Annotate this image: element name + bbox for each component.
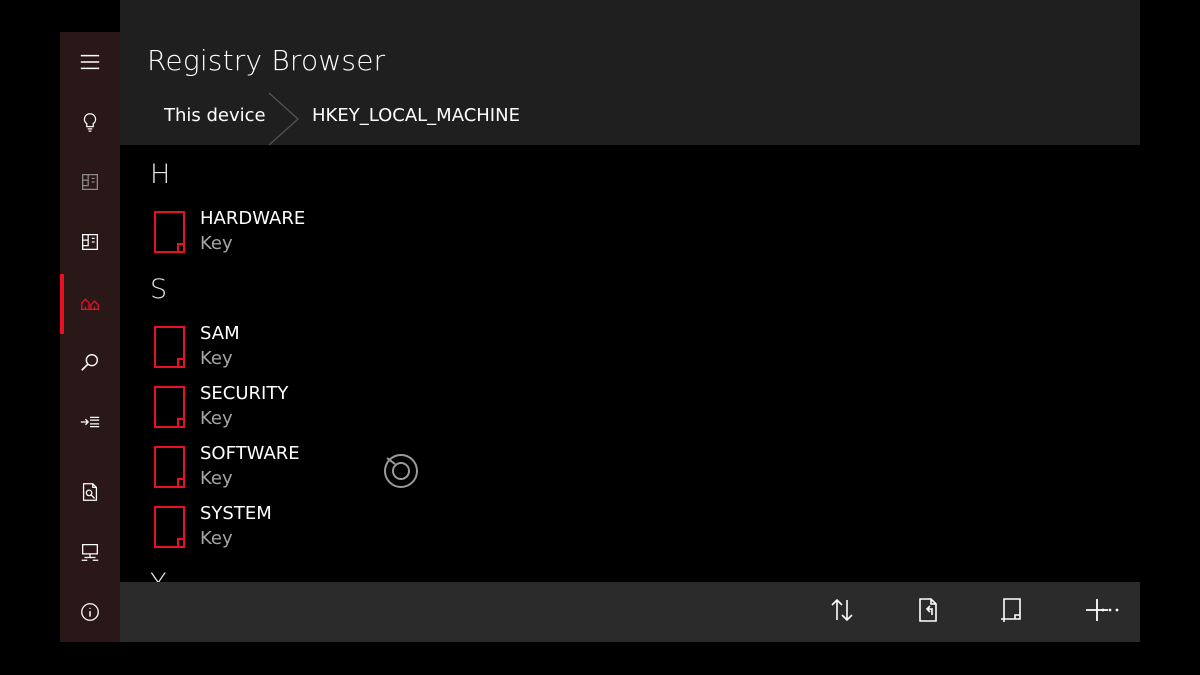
registry-hive-icon xyxy=(79,171,101,197)
command-bar xyxy=(120,582,1140,642)
item-name: HARDWARE xyxy=(200,208,306,229)
nav-item-hive[interactable] xyxy=(60,154,120,214)
breadcrumb-chevron-icon xyxy=(268,92,299,146)
registry-browser-icon xyxy=(79,291,101,317)
key-list[interactable]: H HARDWARE Key S SAM Key SECURITY Key SO… xyxy=(120,145,1140,582)
registry-editor-icon xyxy=(79,231,101,257)
open-button[interactable] xyxy=(898,582,958,642)
item-type: Key xyxy=(200,348,233,369)
nav-item-about[interactable] xyxy=(60,584,120,644)
group-header-y[interactable]: Y xyxy=(150,568,167,582)
group-header-s[interactable]: S xyxy=(150,274,167,305)
nav-item-browser[interactable] xyxy=(60,274,120,334)
list-item-software[interactable]: SOFTWARE Key xyxy=(150,443,550,497)
sort-button[interactable] xyxy=(812,582,872,642)
nav-rail xyxy=(60,32,120,642)
more-button[interactable] xyxy=(1080,582,1140,642)
breadcrumb-this-device[interactable]: This device xyxy=(164,105,266,126)
remote-computer-icon xyxy=(79,541,101,567)
registry-key-icon xyxy=(153,385,187,433)
item-name: SAM xyxy=(200,323,240,344)
nav-item-remote[interactable] xyxy=(60,524,120,584)
open-document-icon xyxy=(914,596,942,628)
registry-key-icon xyxy=(153,505,187,553)
page-header: Registry Browser This device HKEY_LOCAL_… xyxy=(120,0,1140,146)
list-item-security[interactable]: SECURITY Key xyxy=(150,383,550,437)
item-type: Key xyxy=(200,528,233,549)
page-title: Registry Browser xyxy=(147,44,386,77)
item-type: Key xyxy=(200,408,233,429)
app-window: Registry Browser This device HKEY_LOCAL_… xyxy=(60,0,1140,675)
info-icon xyxy=(79,601,101,627)
group-header-h[interactable]: H xyxy=(150,159,170,190)
sort-icon xyxy=(828,596,856,628)
item-type: Key xyxy=(200,233,233,254)
document-search-icon xyxy=(79,481,101,507)
nav-item-tips[interactable] xyxy=(60,94,120,154)
nav-item-doc-search[interactable] xyxy=(60,464,120,524)
nav-item-search[interactable] xyxy=(60,334,120,394)
search-icon xyxy=(79,351,101,377)
hamburger-menu-button[interactable] xyxy=(60,34,120,94)
registry-key-icon xyxy=(153,445,187,493)
import-icon xyxy=(79,411,101,437)
item-name: SYSTEM xyxy=(200,503,272,524)
list-item-hardware[interactable]: HARDWARE Key xyxy=(150,208,550,262)
more-icon xyxy=(1096,596,1124,628)
nav-item-editor[interactable] xyxy=(60,214,120,274)
registry-key-icon xyxy=(153,210,187,258)
breadcrumb-hklm[interactable]: HKEY_LOCAL_MACHINE xyxy=(312,105,520,126)
item-name: SECURITY xyxy=(200,383,289,404)
item-type: Key xyxy=(200,468,233,489)
lightbulb-icon xyxy=(79,111,101,137)
gamepad-cursor-icon xyxy=(384,454,418,488)
list-item-sam[interactable]: SAM Key xyxy=(150,323,550,377)
hamburger-menu-icon xyxy=(79,51,101,77)
nav-item-import[interactable] xyxy=(60,394,120,454)
new-key-button[interactable] xyxy=(982,582,1042,642)
registry-key-icon xyxy=(153,325,187,373)
new-key-icon xyxy=(998,596,1026,628)
list-item-system[interactable]: SYSTEM Key xyxy=(150,503,550,557)
item-name: SOFTWARE xyxy=(200,443,300,464)
